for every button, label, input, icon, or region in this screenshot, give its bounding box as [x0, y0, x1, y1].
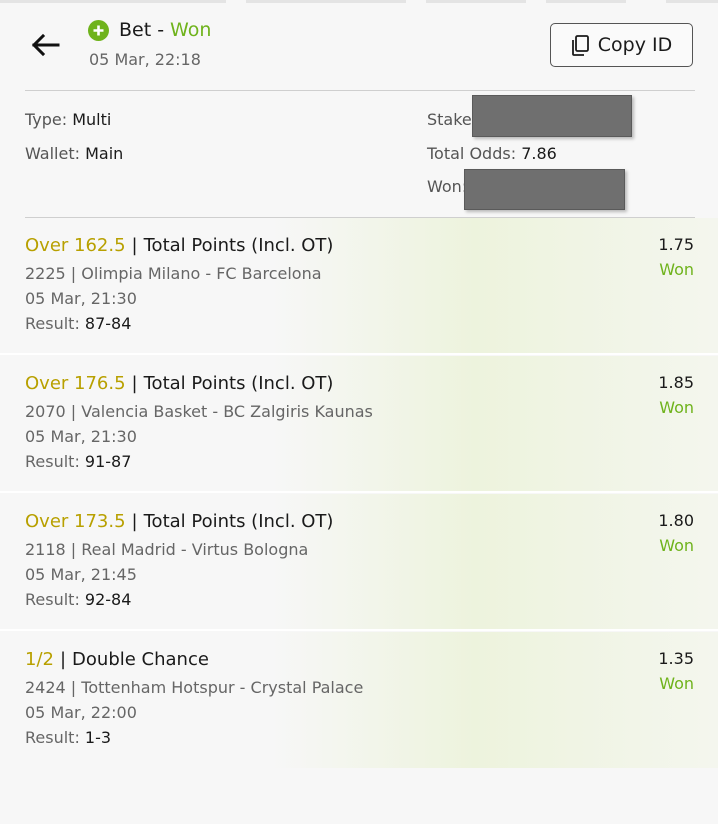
bet-type: Type: Multi: [25, 110, 111, 129]
selection-status: Won: [659, 398, 694, 417]
bet-datetime: 05 Mar, 22:18: [89, 50, 201, 69]
result-label: Result:: [25, 590, 80, 609]
wallet-label: Wallet:: [25, 144, 80, 163]
selection-pick: Over 162.5: [25, 235, 126, 256]
selection-item[interactable]: Over 176.5 | Total Points (Incl. OT) 2070 …: [0, 356, 718, 492]
result-value: 1-3: [84, 728, 112, 747]
selection-odds: 1.75: [658, 235, 694, 254]
selection-time: 05 Mar, 21:45: [25, 565, 137, 584]
selection-market: Total Points (Incl. OT): [143, 373, 334, 394]
selection-time: 05 Mar, 21:30: [25, 289, 137, 308]
selection-item[interactable]: Over 173.5 | Total Points (Incl. OT) 2118 …: [0, 494, 718, 630]
header-divider: [25, 90, 695, 91]
copy-id-button[interactable]: Copy ID: [550, 23, 693, 67]
selection-result: Result: 87-84: [25, 314, 131, 333]
selection-pick: 1/2: [25, 649, 54, 670]
selection-event: 2225 | Olimpia Milano - FC Barcelona: [25, 264, 322, 283]
selection-event: 2424 | Tottenham Hotspur - Crystal Palac…: [25, 678, 364, 697]
result-value: 91-87: [84, 452, 132, 471]
result-label: Result:: [25, 314, 80, 333]
title-separator: -: [157, 19, 165, 41]
type-value: Multi: [72, 110, 112, 129]
type-label: Type:: [25, 110, 68, 129]
selection-result: Result: 91-87: [25, 452, 131, 471]
selection-time: 05 Mar, 22:00: [25, 703, 137, 722]
bet-status: Won: [170, 19, 212, 41]
selection-time: 05 Mar, 21:30: [25, 427, 137, 446]
result-label: Result:: [25, 452, 80, 471]
selection-event: 2070 | Valencia Basket - BC Zalgiris Kau…: [25, 402, 373, 421]
selection-divider: [0, 629, 718, 631]
top-border: [0, 0, 718, 3]
selection-pick: Over 173.5: [25, 511, 126, 532]
selection-event: 2118 | Real Madrid - Virtus Bologna: [25, 540, 309, 559]
copy-id-label: Copy ID: [597, 34, 673, 56]
selection-result: Result: 1-3: [25, 728, 111, 747]
selection-market: Total Points (Incl. OT): [143, 235, 334, 256]
wallet-value: Main: [85, 144, 124, 163]
title-prefix: Bet: [119, 19, 152, 41]
back-arrow-icon[interactable]: [28, 28, 62, 62]
stake-redaction: [472, 95, 632, 137]
selection-divider: [0, 491, 718, 493]
copy-icon: [571, 34, 589, 56]
selection-odds: 1.35: [658, 649, 694, 668]
result-value: 92-84: [84, 590, 132, 609]
selection-divider: [0, 353, 718, 355]
selection-odds: 1.85: [658, 373, 694, 392]
result-label: Result:: [25, 728, 80, 747]
total-odds-value: 7.86: [521, 144, 557, 163]
selection-odds: 1.80: [658, 511, 694, 530]
selection-status: Won: [659, 536, 694, 555]
selection-status: Won: [659, 674, 694, 693]
won-amount: Won:: [427, 177, 467, 196]
selection-status: Won: [659, 260, 694, 279]
plus-circle-icon: [88, 19, 109, 41]
selection-item[interactable]: Over 162.5 | Total Points (Incl. OT) 2225 …: [0, 218, 718, 354]
selection-market: Double Chance: [72, 649, 209, 670]
selection-result: Result: 92-84: [25, 590, 131, 609]
stake-label: Stake: [427, 110, 472, 129]
stake: Stake: [427, 110, 472, 129]
won-redaction: [464, 169, 625, 210]
total-odds-label: Total Odds:: [427, 144, 517, 163]
selection-item[interactable]: 1/2 | Double Chance 2424 | Tottenham Hotsp…: [0, 632, 718, 768]
wallet: Wallet: Main: [25, 144, 123, 163]
selection-pick: Over 176.5: [25, 373, 126, 394]
won-label: Won:: [427, 177, 468, 196]
selection-market: Total Points (Incl. OT): [143, 511, 334, 532]
result-value: 87-84: [84, 314, 132, 333]
total-odds: Total Odds: 7.86: [427, 144, 557, 163]
bet-title: Bet - Won: [88, 19, 211, 41]
